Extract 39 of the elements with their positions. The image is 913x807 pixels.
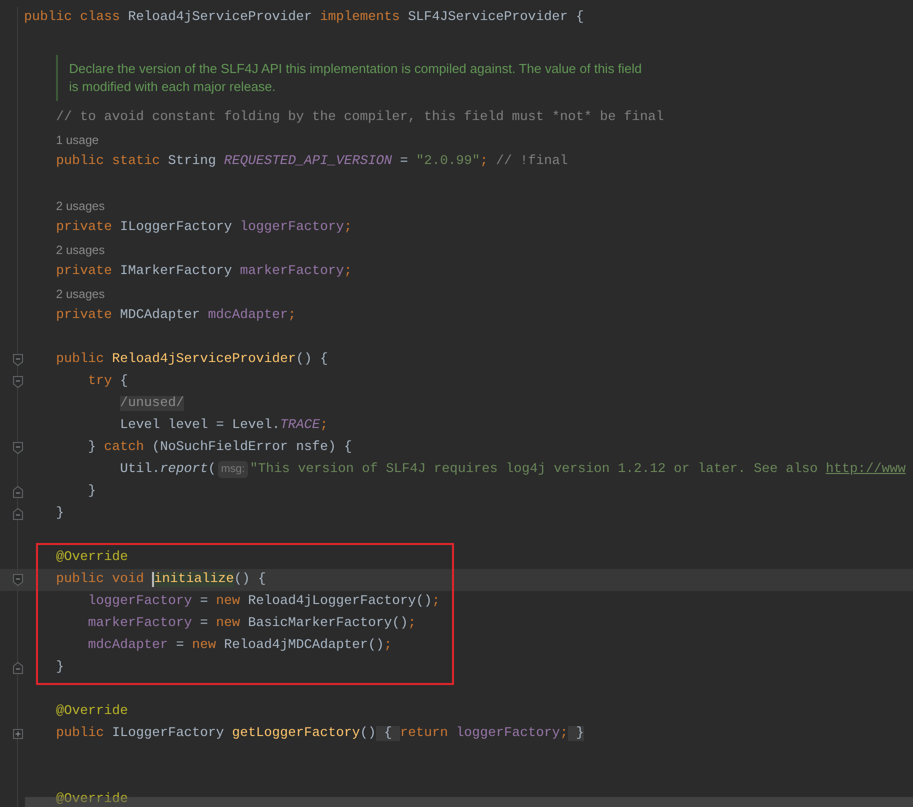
fold-marker-icon[interactable] <box>13 354 23 366</box>
doc-comment-line: is modified with each major release. <box>69 78 277 96</box>
code-line: private ILoggerFactory loggerFactory; <box>56 219 352 237</box>
code-line: markerFactory = new BasicMarkerFactory(); <box>88 615 416 633</box>
code-line: } <box>56 659 64 677</box>
link[interactable]: http://www <box>826 462 906 477</box>
code-line: } <box>88 483 96 501</box>
code-line: private MDCAdapter mdcAdapter; <box>56 307 296 325</box>
code-line: } catch (NoSuchFieldError nsfe) { <box>88 439 352 457</box>
usages-hint[interactable]: 2 usages <box>56 241 105 259</box>
usages-hint[interactable]: 2 usages <box>56 285 105 303</box>
expand-icon[interactable] <box>13 729 23 739</box>
parameter-hint: msg: <box>218 461 248 478</box>
code-line: public ILoggerFactory getLoggerFactory() { return loggerFactory; } <box>56 725 584 743</box>
code-line: mdcAdapter = new Reload4jMDCAdapter(); <box>88 637 392 655</box>
fold-marker-icon[interactable] <box>13 574 23 586</box>
code-text: "This version of SLF4J requires log4j version 1.2.12 or later. See also http://www <box>250 461 906 479</box>
doc-comment-line: Declare the version of the SLF4J API this implementation is compiled against. The value of this field <box>69 60 642 78</box>
code-line: // to avoid constant folding by the compiler, this field must *not* be final <box>56 109 664 127</box>
fold-marker-icon[interactable] <box>13 442 23 454</box>
code-line: public void initialize() { <box>56 571 266 589</box>
code-line: public class Reload4jServiceProvider implements SLF4JServiceProvider { <box>24 9 584 27</box>
code-line: Level level = Level.TRACE; <box>120 417 328 435</box>
fold-marker-icon[interactable] <box>13 486 23 498</box>
fold-marker-icon[interactable] <box>13 662 23 674</box>
fold-marker-icon[interactable] <box>13 376 23 388</box>
usages-hint[interactable]: 2 usages <box>56 197 105 215</box>
code-line: @Override <box>56 791 128 807</box>
code-line: public static String REQUESTED_API_VERSION = "2.0.99"; // !final <box>56 153 568 171</box>
code-line: public Reload4jServiceProvider() { <box>56 351 328 369</box>
code-line: @Override <box>56 549 128 567</box>
code-line: } <box>56 505 64 523</box>
code-line: loggerFactory = new Reload4jLoggerFactory(); <box>88 593 440 611</box>
usages-hint[interactable]: 1 usage <box>56 131 99 149</box>
code-line: try { <box>88 373 128 391</box>
code-text: Util.report( <box>120 461 216 479</box>
code-line: private IMarkerFactory markerFactory; <box>56 263 352 281</box>
code-line: @Override <box>56 703 128 721</box>
fold-marker-icon[interactable] <box>13 508 23 520</box>
